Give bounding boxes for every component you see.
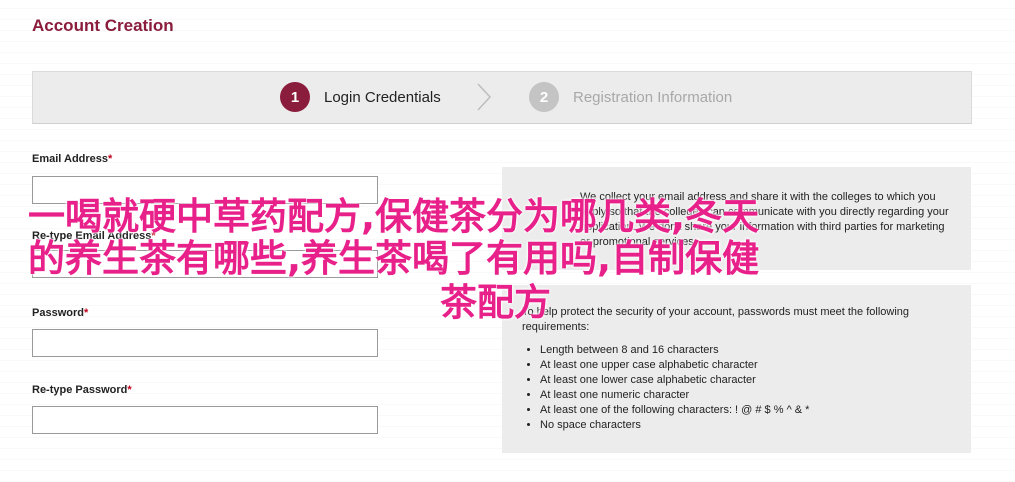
password-label: Password*	[32, 307, 89, 319]
password-input[interactable]	[32, 329, 378, 357]
list-item: Length between 8 and 16 characters	[540, 343, 809, 358]
overlay-caption-line-2: 的养生茶有哪些,养生茶喝了有用吗,自制保健	[28, 237, 760, 280]
step-login-credentials: 1 Login Credentials	[280, 82, 441, 112]
retype-password-field-group: Re-type Password*	[32, 384, 378, 434]
retype-password-label: Re-type Password*	[32, 384, 132, 396]
step-number-1: 1	[280, 82, 310, 112]
password-field-group: Password*	[32, 307, 378, 357]
email-label: Email Address*	[32, 153, 113, 165]
email-field-group: Email Address*	[32, 153, 378, 204]
retype-password-input[interactable]	[32, 406, 378, 434]
step-progress-bar: 1 Login Credentials 2 Registration Infor…	[32, 71, 972, 124]
list-item: At least one numeric character	[540, 388, 809, 403]
step-label-1: Login Credentials	[324, 88, 441, 106]
password-requirements-panel: To help protect the security of your acc…	[502, 285, 971, 453]
step-label-2: Registration Information	[573, 88, 733, 106]
step-number-2: 2	[529, 82, 559, 112]
list-item: At least one of the following characters…	[540, 403, 809, 418]
overlay-caption-line-3: 茶配方	[440, 281, 551, 324]
password-requirements-list: Length between 8 and 16 characters At le…	[522, 343, 809, 433]
step-registration-information: 2 Registration Information	[529, 82, 732, 112]
list-item: At least one lower case alphabetic chara…	[540, 373, 809, 388]
list-item: No space characters	[540, 418, 809, 433]
password-requirements-intro: To help protect the security of your acc…	[522, 306, 910, 333]
list-item: At least one upper case alphabetic chara…	[540, 358, 809, 373]
chevron-right-icon	[477, 83, 492, 111]
page-title: Account Creation	[32, 16, 174, 35]
